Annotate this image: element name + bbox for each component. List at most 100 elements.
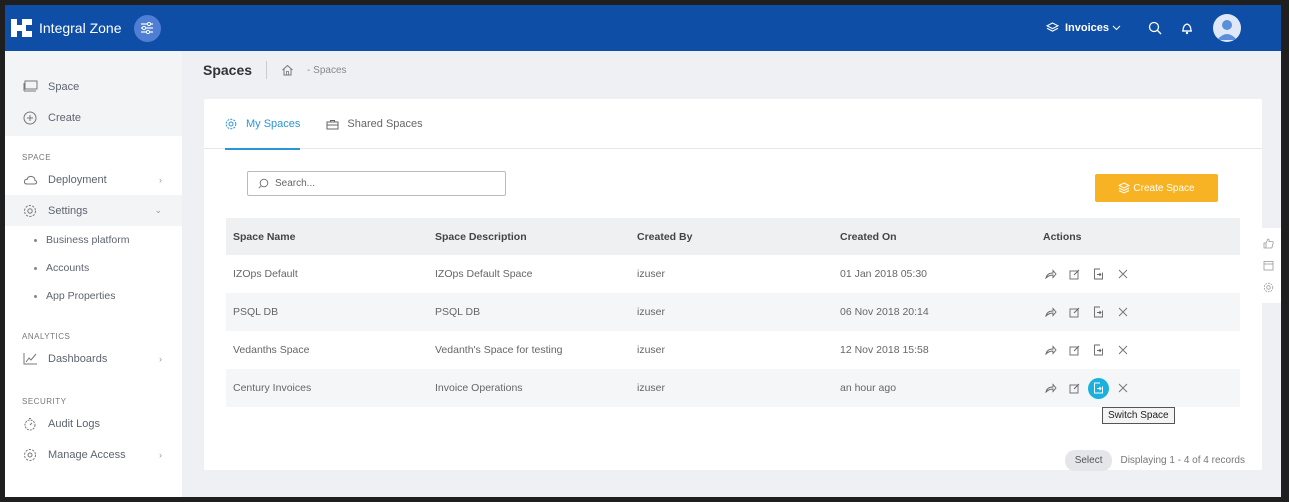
menu-toggle-button[interactable] bbox=[133, 14, 161, 42]
thumbs-up-icon[interactable] bbox=[1263, 237, 1275, 249]
spaces-card: My Spaces Shared Spaces Create Space Spa… bbox=[204, 99, 1262, 471]
column-header[interactable]: Space Name bbox=[226, 231, 428, 243]
table-row[interactable]: Vedanths Space Vedanth's Space for testi… bbox=[226, 331, 1240, 369]
calendar-icon[interactable] bbox=[1263, 259, 1275, 271]
edit-icon[interactable] bbox=[1066, 266, 1083, 283]
user-avatar[interactable] bbox=[1213, 14, 1241, 42]
monitor-icon bbox=[22, 79, 38, 95]
notification-bell-icon[interactable] bbox=[1179, 20, 1195, 36]
space-name-cell: PSQL DB bbox=[233, 306, 279, 318]
table-row[interactable]: PSQL DB PSQL DB izuser 06 Nov 2018 20:14 bbox=[226, 293, 1240, 331]
sidebar-subitem-accounts[interactable]: Accounts bbox=[5, 254, 182, 282]
chevron-right-icon: › bbox=[159, 174, 162, 185]
switch-space-icon[interactable] bbox=[1090, 342, 1107, 359]
space-name-cell: Century Invoices bbox=[233, 382, 312, 394]
sliders-icon bbox=[141, 22, 153, 34]
search-icon bbox=[258, 178, 269, 189]
column-header[interactable]: Created By bbox=[630, 231, 833, 243]
switch-space-icon[interactable] bbox=[1088, 377, 1109, 399]
layers-icon bbox=[1045, 22, 1059, 32]
bullet-icon bbox=[34, 238, 37, 242]
page-title: Spaces bbox=[203, 62, 253, 78]
close-icon[interactable] bbox=[1114, 304, 1131, 321]
header-divider bbox=[266, 61, 268, 79]
share-icon[interactable] bbox=[1042, 342, 1059, 359]
created-on-cell: 01 Jan 2018 05:30 bbox=[840, 268, 927, 280]
cloud-icon bbox=[22, 172, 38, 188]
gear-icon bbox=[22, 203, 38, 219]
close-icon[interactable] bbox=[1114, 266, 1131, 283]
sidebar-item-label: Dashboards bbox=[48, 352, 108, 365]
column-header[interactable]: Space Description bbox=[428, 231, 630, 243]
sidebar: Space Create SPACE Deployment › Settings… bbox=[5, 51, 182, 497]
table-row[interactable]: Century Invoices Invoice Operations izus… bbox=[226, 369, 1240, 407]
edit-icon[interactable] bbox=[1066, 380, 1083, 397]
plus-circle-icon bbox=[22, 110, 38, 126]
sidebar-item-space[interactable]: Space bbox=[5, 71, 182, 102]
brand-name: Integral Zone bbox=[39, 20, 122, 36]
chevron-down-icon bbox=[1112, 25, 1121, 31]
row-actions bbox=[1036, 266, 1240, 283]
switch-space-icon[interactable] bbox=[1090, 304, 1107, 321]
sidebar-item-create[interactable]: Create bbox=[5, 102, 182, 133]
tab-shared-spaces[interactable]: Shared Spaces bbox=[326, 99, 423, 149]
sidebar-item-manage-access[interactable]: Manage Access › bbox=[5, 439, 182, 470]
sidebar-item-settings[interactable]: Settings ⌄ bbox=[5, 195, 182, 226]
sidebar-subitem-label: Business platform bbox=[46, 234, 130, 246]
create-space-label: Create Space bbox=[1133, 182, 1195, 194]
sidebar-section-security: SECURITY bbox=[22, 397, 67, 406]
switch-space-icon[interactable] bbox=[1090, 266, 1107, 283]
briefcase-icon bbox=[326, 118, 339, 131]
records-count: Displaying 1 - 4 of 4 records bbox=[1120, 455, 1245, 466]
sidebar-item-label: Audit Logs bbox=[48, 417, 100, 430]
search-icon[interactable] bbox=[1147, 20, 1163, 36]
row-actions bbox=[1036, 377, 1240, 399]
edit-icon[interactable] bbox=[1066, 304, 1083, 321]
column-header[interactable]: Created On bbox=[833, 231, 1036, 243]
sidebar-subitem-label: Accounts bbox=[46, 262, 90, 274]
top-bar: Integral Zone Invoices bbox=[5, 5, 1281, 51]
tab-label: My Spaces bbox=[246, 118, 301, 130]
share-icon[interactable] bbox=[1042, 304, 1059, 321]
share-icon[interactable] bbox=[1042, 380, 1059, 397]
workspace-switcher-label: Invoices bbox=[1064, 22, 1109, 34]
created-by-cell: izuser bbox=[637, 382, 666, 394]
layers-icon bbox=[1118, 182, 1131, 194]
search-input[interactable] bbox=[275, 178, 495, 189]
sidebar-item-dashboards[interactable]: Dashboards › bbox=[5, 343, 182, 374]
switch-space-tooltip: Switch Space bbox=[1102, 407, 1175, 424]
search-box[interactable] bbox=[247, 171, 506, 196]
sidebar-item-deployment[interactable]: Deployment › bbox=[5, 164, 182, 195]
sidebar-item-audit-logs[interactable]: Audit Logs bbox=[5, 408, 182, 439]
chevron-right-icon: › bbox=[159, 353, 162, 364]
bullet-icon bbox=[34, 294, 37, 298]
space-name-cell: Vedanths Space bbox=[233, 344, 310, 356]
row-actions bbox=[1036, 304, 1240, 321]
edit-icon[interactable] bbox=[1066, 342, 1083, 359]
sidebar-item-label: Manage Access bbox=[48, 448, 126, 461]
close-icon[interactable] bbox=[1114, 380, 1131, 397]
sidebar-item-label: Space bbox=[48, 80, 80, 93]
gear-icon[interactable] bbox=[1263, 282, 1275, 294]
app-frame: Integral Zone Invoices Space Create SPAC… bbox=[5, 5, 1281, 497]
spaces-table: Space Name Space Description Created By … bbox=[226, 218, 1240, 407]
close-icon[interactable] bbox=[1114, 342, 1131, 359]
table-footer: Select Displaying 1 - 4 of 4 records bbox=[1064, 450, 1245, 471]
brand[interactable]: Integral Zone bbox=[11, 17, 122, 39]
home-icon[interactable] bbox=[281, 63, 295, 77]
created-on-cell: 12 Nov 2018 15:58 bbox=[840, 344, 929, 356]
sidebar-section-space: SPACE bbox=[22, 153, 52, 162]
tab-my-spaces[interactable]: My Spaces bbox=[225, 99, 301, 150]
created-by-cell: izuser bbox=[637, 344, 666, 356]
create-space-button[interactable]: Create Space bbox=[1095, 174, 1218, 202]
workspace-switcher[interactable]: Invoices bbox=[1045, 22, 1121, 34]
created-by-cell: izuser bbox=[637, 306, 666, 318]
sidebar-item-label: Settings bbox=[48, 204, 88, 217]
select-button[interactable]: Select bbox=[1064, 450, 1113, 471]
sidebar-subitem-business-platform[interactable]: Business platform bbox=[5, 226, 182, 254]
share-icon[interactable] bbox=[1042, 266, 1059, 283]
sidebar-subitem-app-properties[interactable]: App Properties bbox=[5, 282, 182, 310]
space-description-cell: Invoice Operations bbox=[435, 382, 523, 394]
breadcrumb[interactable]: - Spaces bbox=[307, 65, 346, 76]
table-row[interactable]: IZOps Default IZOps Default Space izuser… bbox=[226, 255, 1240, 293]
